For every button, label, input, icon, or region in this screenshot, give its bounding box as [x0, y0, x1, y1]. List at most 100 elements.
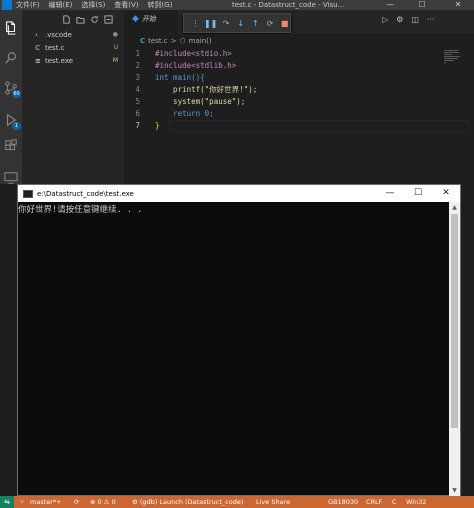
debug-launch[interactable]: ◆ 开始 [132, 14, 156, 24]
status-bar: ⇋ ⑂ master*+ ⟳ ⊗ 0 ⚠ 0 ⚙ (gdb) Launch (D… [0, 496, 474, 508]
line-text: return 0; [155, 109, 214, 118]
step-out-icon[interactable]: ↑ [250, 17, 261, 29]
c-file-icon: C [35, 43, 41, 52]
menu-file[interactable]: 文件(F) [16, 0, 40, 10]
menu-edit[interactable]: 编辑(E) [49, 0, 73, 10]
more-actions-icon[interactable]: ··· [427, 15, 435, 24]
file-icon: ≡ [35, 56, 41, 65]
breadcrumb-symbol[interactable]: main() [189, 37, 212, 45]
drag-handle-icon[interactable]: ⋮ [190, 17, 201, 29]
settings-icon[interactable]: ⚙ [396, 15, 403, 24]
code-line: 7 } [124, 120, 464, 132]
menu-view[interactable]: 查看(V) [114, 0, 138, 10]
tree-item-label: test.exe [45, 56, 74, 65]
code-line: 2 #include<stdlib.h> [124, 60, 464, 72]
status-sync[interactable]: ⟳ [74, 496, 79, 508]
minimap[interactable] [444, 50, 464, 70]
console-maximize-button[interactable]: ☐ [404, 185, 432, 202]
status-language[interactable]: C [392, 496, 397, 508]
line-number: 1 [135, 49, 140, 58]
vscode-logo-icon [2, 0, 12, 10]
breadcrumb-file[interactable]: test.c [148, 37, 168, 45]
tree-file-test-exe[interactable]: ≡ test.exe M [22, 54, 124, 67]
close-button[interactable]: ✕ [446, 0, 470, 10]
status-encoding[interactable]: GB18030 [328, 496, 358, 508]
line-number: 5 [135, 97, 140, 106]
scroll-thumb[interactable] [451, 214, 458, 428]
status-problems[interactable]: ⊗ 0 ⚠ 0 [90, 496, 116, 508]
search-icon[interactable] [3, 50, 19, 66]
editor-actions: ▷ ⚙ ◫ ··· [382, 15, 435, 24]
status-branch[interactable]: master*+ [30, 496, 62, 508]
console-title-bar[interactable]: e:\Datastruct_code\test.exe — ☐ ✕ [18, 185, 460, 202]
debug-badge: 1 [12, 122, 21, 130]
remote-icon[interactable]: ⇋ [0, 496, 14, 508]
explorer-icon[interactable] [3, 20, 19, 36]
extensions-icon[interactable] [3, 138, 19, 154]
c-file-icon: C [140, 37, 146, 45]
line-number: 2 [135, 61, 140, 70]
line-text: } [155, 121, 160, 130]
refresh-icon[interactable] [90, 15, 99, 24]
function-icon: ⬡ [179, 37, 186, 45]
step-into-icon[interactable]: ↓ [235, 17, 246, 29]
stop-icon[interactable]: ■ [279, 17, 290, 29]
new-folder-icon[interactable] [76, 15, 85, 24]
status-launch[interactable]: ⚙ (gdb) Launch (Datastruct_code) [132, 496, 243, 508]
run-debug-icon[interactable]: 1 [3, 112, 21, 130]
line-text: #include<stdio.h> [155, 49, 232, 58]
scroll-down-icon[interactable]: ▼ [449, 485, 460, 496]
pause-icon[interactable]: ❚❚ [204, 17, 217, 29]
code-line: 4 printf("你好世界!"); [124, 84, 464, 96]
tree-item-status: M [112, 57, 118, 64]
run-file-icon[interactable]: ▷ [382, 15, 388, 24]
line-number: 3 [135, 73, 140, 82]
new-file-icon[interactable] [62, 14, 71, 24]
line-text: system("pause"); [155, 97, 246, 106]
tree-item-label: .vscode [45, 30, 72, 39]
console-minimize-button[interactable]: — [376, 185, 404, 202]
code-line: 3 int main(){ [124, 72, 464, 84]
code-line: 5 system("pause"); [124, 96, 464, 108]
code-editor[interactable]: 1 #include<stdio.h> 2 #include<stdlib.h>… [124, 48, 474, 184]
status-live-share[interactable]: Live Share [256, 496, 290, 508]
menu-selection[interactable]: 选择(S) [81, 0, 105, 10]
step-over-icon[interactable]: ↷ [221, 17, 232, 29]
console-app-icon [23, 189, 33, 198]
breadcrumb-separator: > [170, 37, 177, 45]
console-close-button[interactable]: ✕ [432, 185, 460, 202]
tree-folder-vscode[interactable]: › .vscode ● [22, 28, 124, 41]
explorer-sidebar: › .vscode ● C test.c U ≡ test.exe M [22, 10, 124, 184]
tree-item-label: test.c [45, 43, 65, 52]
line-text: int main(){ [155, 73, 205, 82]
scm-badge: 60 [12, 90, 21, 98]
split-editor-icon[interactable]: ◫ [411, 15, 419, 24]
console-window[interactable]: e:\Datastruct_code\test.exe — ☐ ✕ 你好世界!请… [17, 184, 461, 496]
line-number: 7 [135, 121, 140, 130]
line-number: 6 [135, 109, 140, 118]
debug-toolbar: ⋮ ❚❚ ↷ ↓ ↑ ⟳ ■ [183, 13, 291, 33]
console-body[interactable]: 你好世界!请按任意键继续. . . ▲ ▼ [18, 202, 460, 496]
status-platform[interactable]: Win32 [406, 496, 426, 508]
console-title: e:\Datastruct_code\test.exe [37, 189, 134, 198]
window-title: test.c - Datastruct_code - Visu... [232, 1, 345, 9]
tree-item-status: ● [112, 31, 118, 38]
maximize-button[interactable]: ☐ [410, 0, 434, 10]
source-control-icon[interactable]: 60 [3, 80, 21, 98]
collapse-all-icon[interactable] [104, 14, 113, 24]
vscode-debug-icon: ◆ [132, 14, 139, 24]
line-text: printf("你好世界!"); [155, 85, 258, 94]
console-scrollbar[interactable]: ▲ ▼ [449, 202, 460, 496]
line-text: #include<stdlib.h> [155, 61, 237, 70]
status-eol[interactable]: CRLF [366, 496, 382, 508]
explorer-toolbar [22, 10, 124, 28]
restart-icon[interactable]: ⟳ [265, 17, 276, 29]
scroll-up-icon[interactable]: ▲ [449, 202, 460, 213]
code-line: 1 #include<stdio.h> [124, 48, 464, 60]
menu-goto[interactable]: 转到(G) [148, 0, 173, 10]
minimize-button[interactable]: — [378, 0, 402, 10]
console-output: 你好世界!请按任意键继续. . . [18, 205, 143, 215]
tree-item-status: U [113, 44, 118, 51]
tree-file-test-c[interactable]: C test.c U [22, 41, 124, 54]
code-line: 6 return 0; [124, 108, 464, 120]
